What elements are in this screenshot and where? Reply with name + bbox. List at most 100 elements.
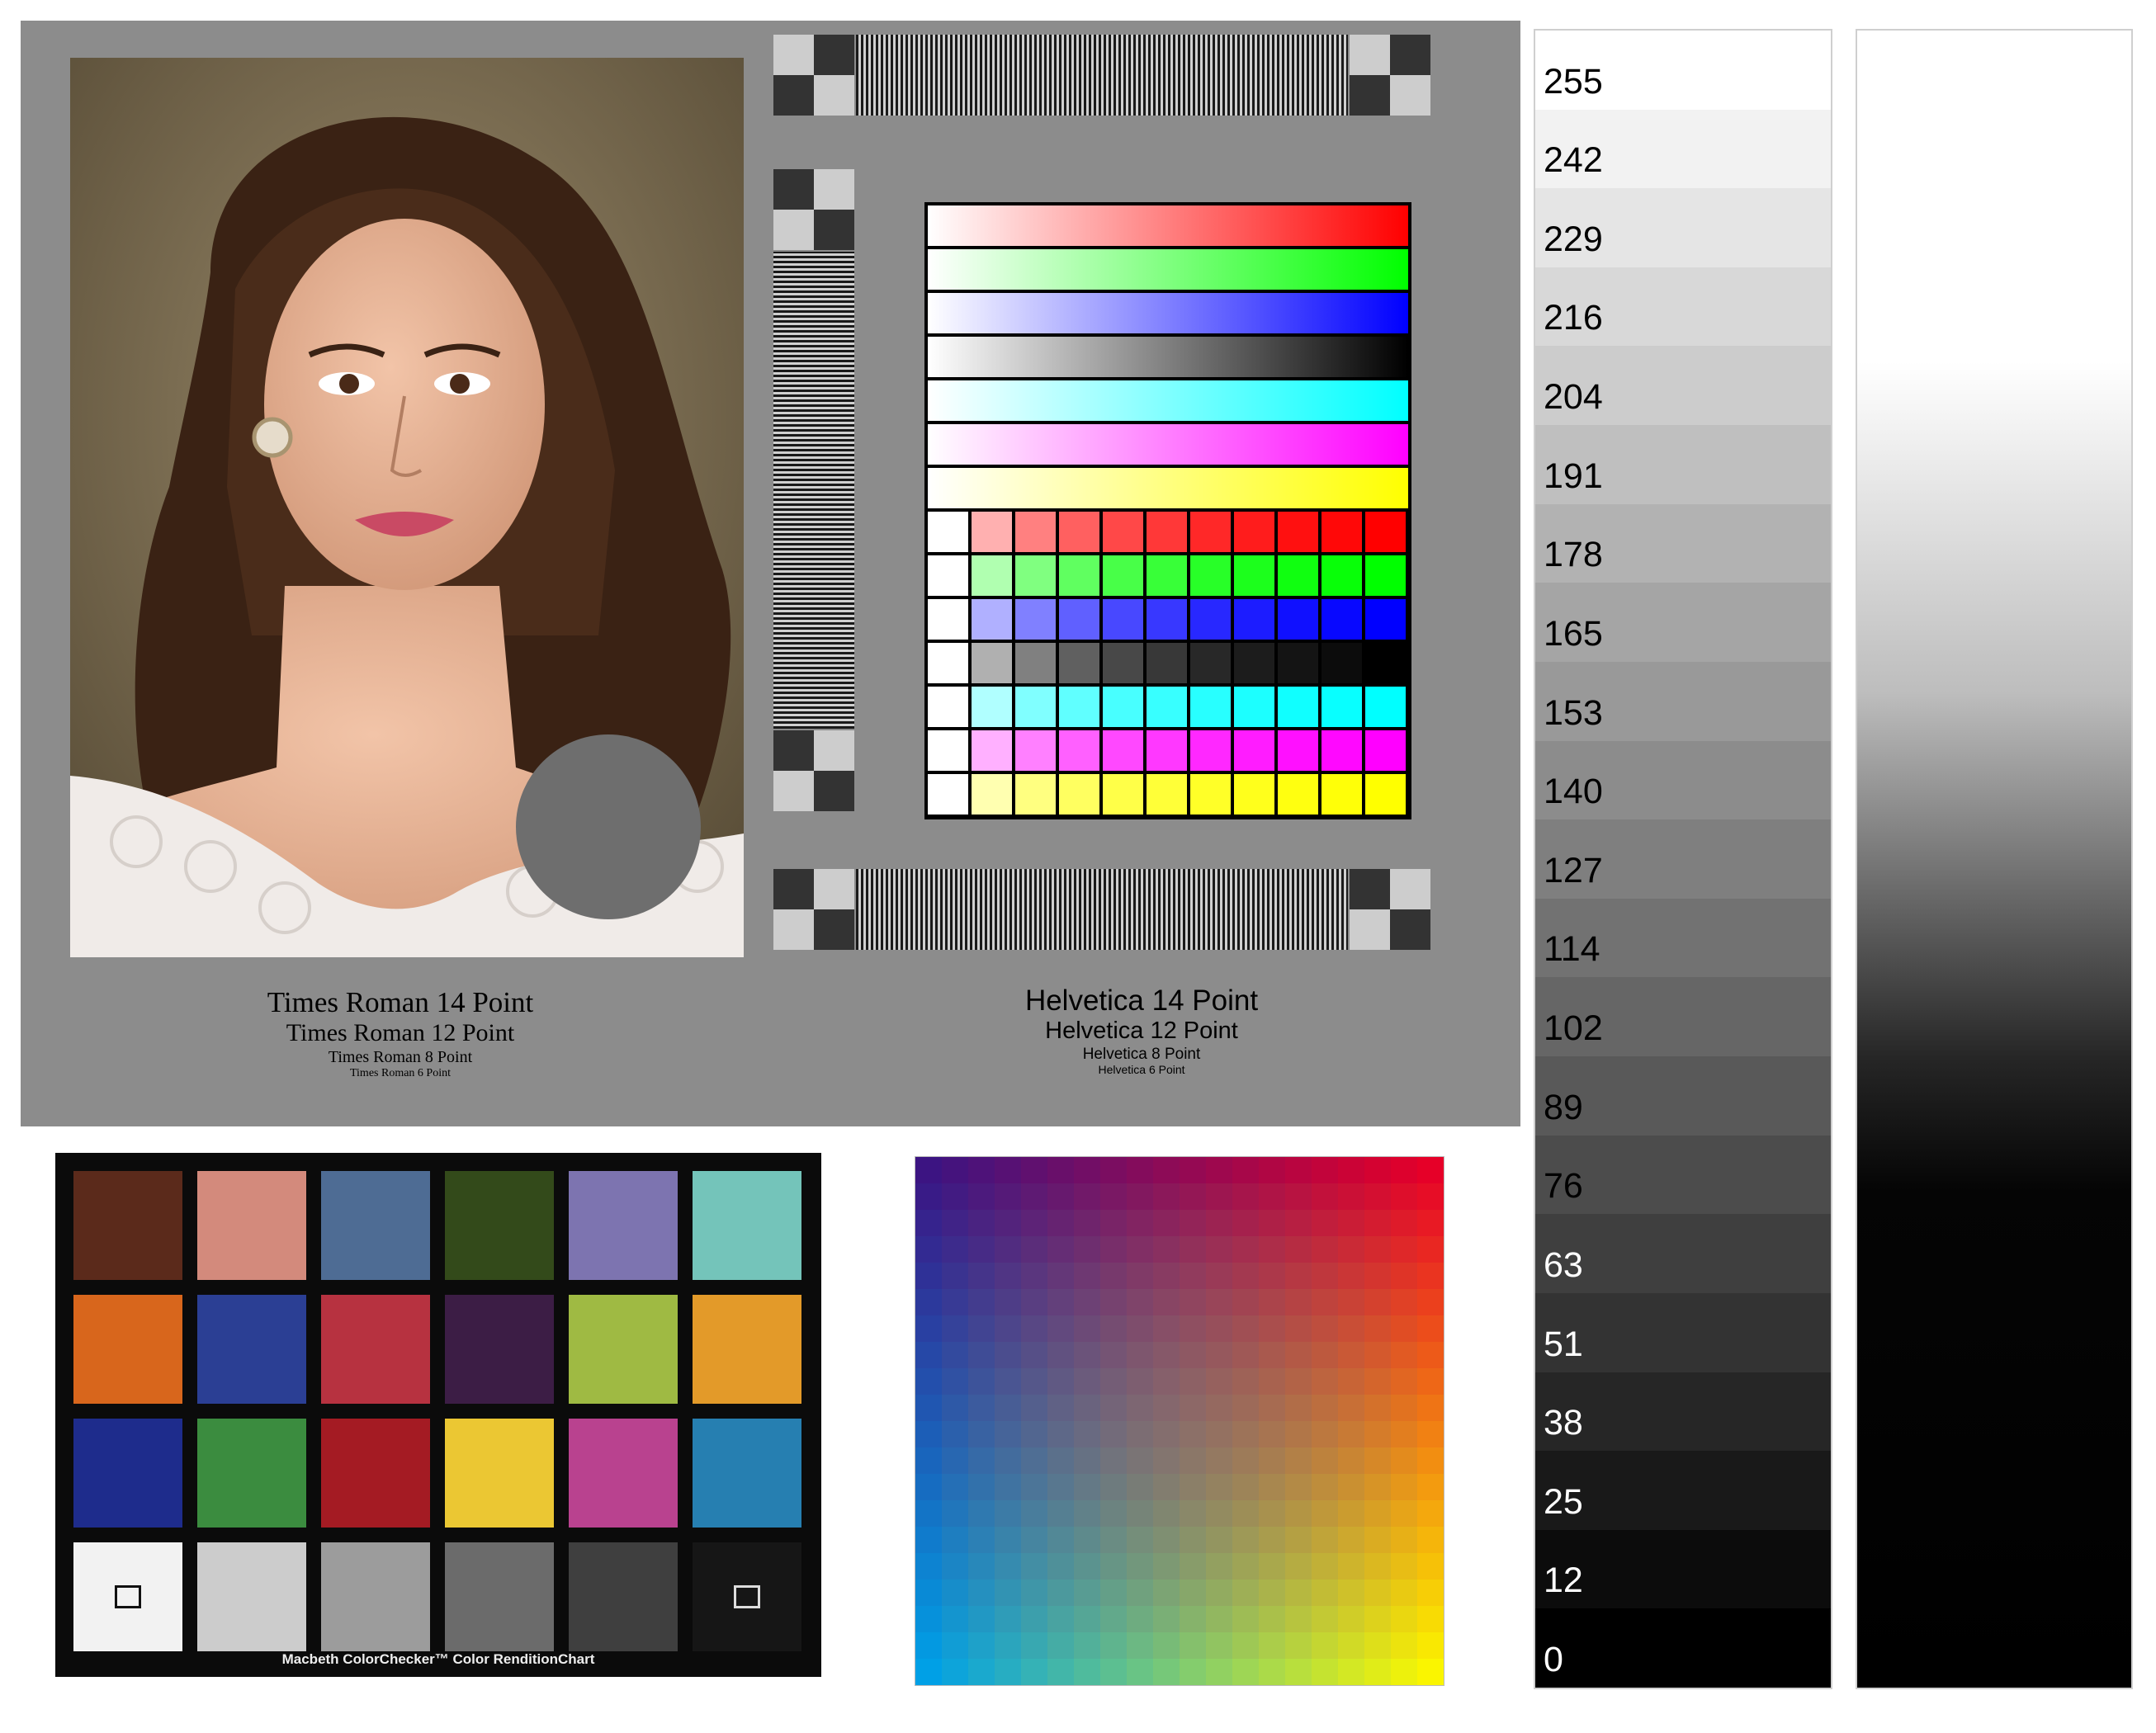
gradient-cell [1312, 1474, 1339, 1501]
gradient-cell [1364, 1447, 1392, 1475]
gradient-cell [995, 1421, 1022, 1448]
gradient-cell [1206, 1210, 1233, 1237]
gradient-cell [1127, 1183, 1154, 1211]
gradient-cell [1180, 1395, 1207, 1422]
green-ramp [928, 249, 1408, 290]
gray-step-label: 191 [1544, 456, 1603, 496]
gradient-cell [915, 1527, 943, 1554]
macbeth-patch [73, 1171, 182, 1280]
gradient-cell [1180, 1157, 1207, 1184]
gray-step: 140 [1535, 740, 1831, 820]
gradient-cell [1206, 1632, 1233, 1660]
color-patch [1059, 512, 1099, 552]
gradient-cell [1021, 1527, 1048, 1554]
gradient-cell [1074, 1500, 1101, 1528]
gradient-cell [942, 1289, 969, 1316]
gradient-cell [915, 1210, 943, 1237]
gray-step-label: 25 [1544, 1481, 1583, 1522]
gradient-cell [1021, 1289, 1048, 1316]
color-patch [1365, 687, 1406, 727]
gray-step: 191 [1535, 425, 1831, 505]
gradient-cell [1047, 1553, 1075, 1580]
gradient-cell [915, 1474, 943, 1501]
gradient-cell [1364, 1474, 1392, 1501]
gradient-cell [1312, 1527, 1339, 1554]
gradient-cell [1100, 1553, 1128, 1580]
gradient-cell [942, 1421, 969, 1448]
gradient-cell [1364, 1368, 1392, 1395]
gradient-cell [1364, 1527, 1392, 1554]
gradient-cell [1047, 1527, 1075, 1554]
gradient-cell [1285, 1315, 1312, 1343]
gradient-cell [1312, 1553, 1339, 1580]
macbeth-colorchecker: Macbeth ColorChecker™ Color RenditionCha… [55, 1153, 821, 1677]
macbeth-patch [197, 1419, 306, 1528]
color-patch [1147, 730, 1187, 771]
color-patch [1321, 555, 1362, 596]
sans-8pt: Helvetica 8 Point [1082, 1045, 1201, 1063]
macbeth-patch [321, 1542, 430, 1651]
gradient-cell [915, 1183, 943, 1211]
macbeth-patch [197, 1171, 306, 1280]
gradient-cell [1312, 1210, 1339, 1237]
color-patch [1103, 599, 1143, 640]
gradient-cell [1259, 1157, 1286, 1184]
gradient-cell [915, 1632, 943, 1660]
color-patch [1278, 687, 1318, 727]
gradient-cell [1074, 1395, 1101, 1422]
gradient-cell [1285, 1632, 1312, 1660]
gray-step: 255 [1535, 31, 1831, 111]
gradient-cell [1232, 1263, 1260, 1290]
gradient-cell [1206, 1395, 1233, 1422]
gradient-cell [1338, 1395, 1365, 1422]
color-patch [1103, 687, 1143, 727]
gradient-cell [1285, 1553, 1312, 1580]
color-patch [1190, 774, 1231, 815]
gradient-cell [1047, 1183, 1075, 1211]
gradient-cell [1364, 1157, 1392, 1184]
macbeth-patch [445, 1295, 554, 1404]
gradient-cell [1100, 1421, 1128, 1448]
gradient-cell [942, 1447, 969, 1475]
gradient-cell [1206, 1474, 1233, 1501]
gradient-cell [968, 1606, 995, 1633]
gradient-cell [1100, 1289, 1128, 1316]
gradient-cell [942, 1527, 969, 1554]
gradient-cell [1232, 1632, 1260, 1660]
color-patch [1147, 512, 1187, 552]
gradient-cell [942, 1632, 969, 1660]
gradient-cell [995, 1500, 1022, 1528]
gradient-cell [1417, 1527, 1444, 1554]
gradient-cell [1391, 1342, 1418, 1369]
gradient-cell [1259, 1315, 1286, 1343]
macbeth-patch [445, 1542, 554, 1651]
gradient-cell [1021, 1421, 1048, 1448]
gradient-cell [1180, 1236, 1207, 1263]
gradient-cell [1127, 1395, 1154, 1422]
gradient-cell [1127, 1263, 1154, 1290]
gradient-cell [995, 1527, 1022, 1554]
gradient-cell [1127, 1368, 1154, 1395]
gradient-cell [1180, 1263, 1207, 1290]
gradient-cell [1259, 1368, 1286, 1395]
cyan-ramp [928, 380, 1408, 421]
gradient-cell [1232, 1289, 1260, 1316]
gradient-cell [1232, 1447, 1260, 1475]
gradient-cell [1021, 1183, 1048, 1211]
gradient-cell [1047, 1342, 1075, 1369]
macbeth-patch [445, 1419, 554, 1528]
gradient-cell [1312, 1447, 1339, 1475]
gradient-cell [1364, 1315, 1392, 1343]
gradient-cell [1312, 1632, 1339, 1660]
gradient-cell [1206, 1421, 1233, 1448]
color-patch [1059, 643, 1099, 683]
resolution-bar [856, 35, 1348, 116]
gradient-cell [1100, 1368, 1128, 1395]
gradient-cell [1338, 1421, 1365, 1448]
gradient-cell [942, 1474, 969, 1501]
gradient-cell [1021, 1447, 1048, 1475]
gradient-cell [1021, 1157, 1048, 1184]
gradient-cell [1047, 1632, 1075, 1660]
gradient-cell [1074, 1474, 1101, 1501]
gradient-cell [1417, 1395, 1444, 1422]
